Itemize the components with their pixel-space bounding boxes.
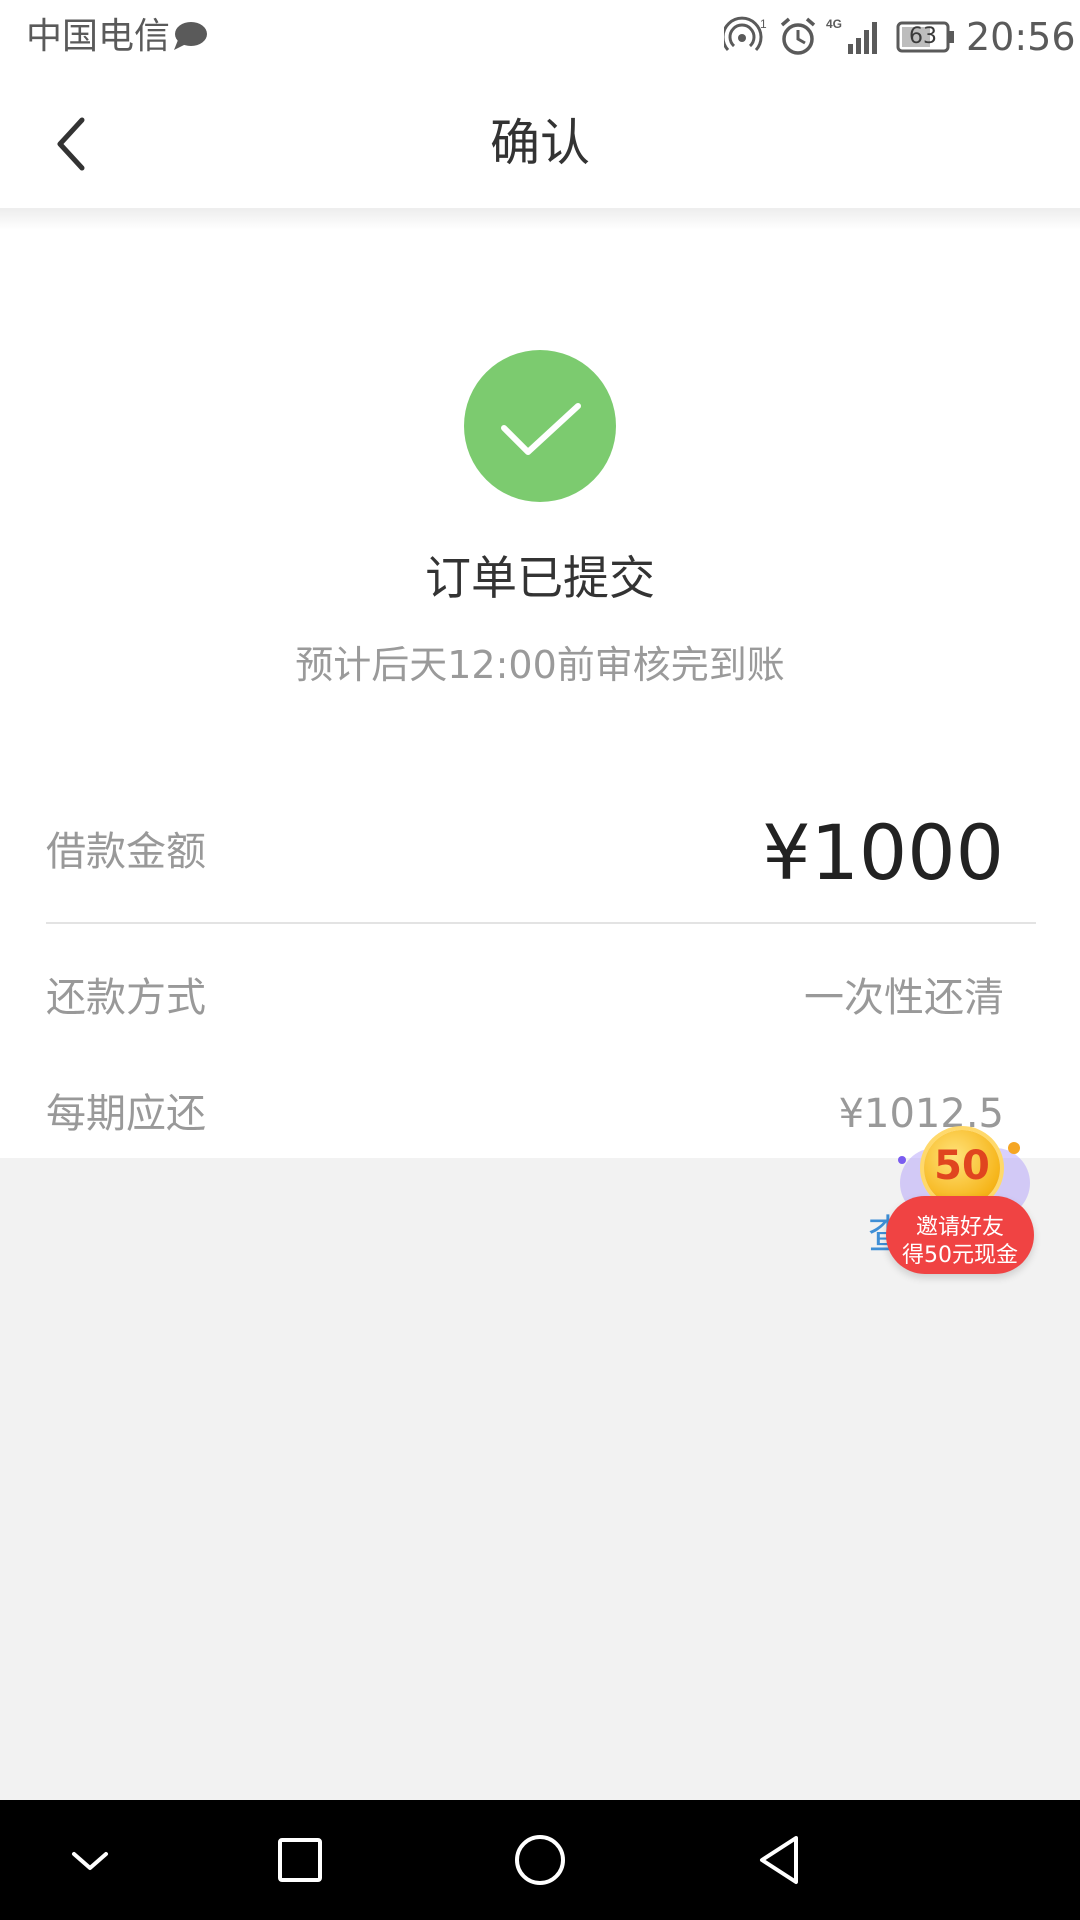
- decor-dot: [898, 1156, 906, 1164]
- battery-level: 63: [909, 24, 937, 49]
- clock: 20:56: [966, 15, 1076, 59]
- divider: [46, 922, 1036, 924]
- signal-4g-icon: 4G: [826, 17, 877, 54]
- system-nav-bar: [0, 1800, 1080, 1920]
- status-bar: 中国电信 1 4G 63 20:56: [0, 0, 1080, 74]
- page-title: 确认: [490, 114, 590, 172]
- repay-method-value: 一次性还清: [804, 975, 1004, 1021]
- loan-amount-value: ¥1000: [762, 808, 1004, 897]
- header-bar: 确认: [0, 74, 1080, 208]
- svg-text:1: 1: [760, 17, 767, 31]
- promo-line-2: 得50元现金: [902, 1243, 1018, 1268]
- hide-keyboard-icon[interactable]: [60, 1830, 120, 1890]
- message-icon: [174, 22, 207, 50]
- repay-method-label: 还款方式: [46, 975, 206, 1021]
- home-icon[interactable]: [510, 1830, 570, 1890]
- order-result-panel: 订单已提交 预计后天12:00前审核完到账 借款金额 ¥1000 还款方式 一次…: [0, 230, 1080, 1158]
- promo-line-1: 邀请好友: [915, 1215, 1004, 1240]
- recents-icon[interactable]: [270, 1830, 330, 1890]
- alarm-icon: [780, 17, 816, 55]
- carrier-name: 中国电信: [26, 16, 171, 57]
- order-status-subtitle: 预计后天12:00前审核完到账: [295, 643, 785, 687]
- order-status-title: 订单已提交: [425, 551, 655, 605]
- decor-dot: [1008, 1142, 1020, 1154]
- svg-text:4G: 4G: [826, 17, 842, 31]
- loan-amount-label: 借款金额: [46, 829, 206, 875]
- promo-coin-value: 50: [934, 1143, 990, 1189]
- hotspot-icon: 1: [724, 16, 767, 52]
- check-circle-icon: [464, 350, 616, 502]
- per-period-label: 每期应还: [46, 1091, 206, 1137]
- header-shadow: [0, 208, 1080, 230]
- back-triangle-icon[interactable]: [750, 1830, 810, 1890]
- invite-friends-promo[interactable]: 50 邀请好友 得50元现金: [880, 1130, 1040, 1280]
